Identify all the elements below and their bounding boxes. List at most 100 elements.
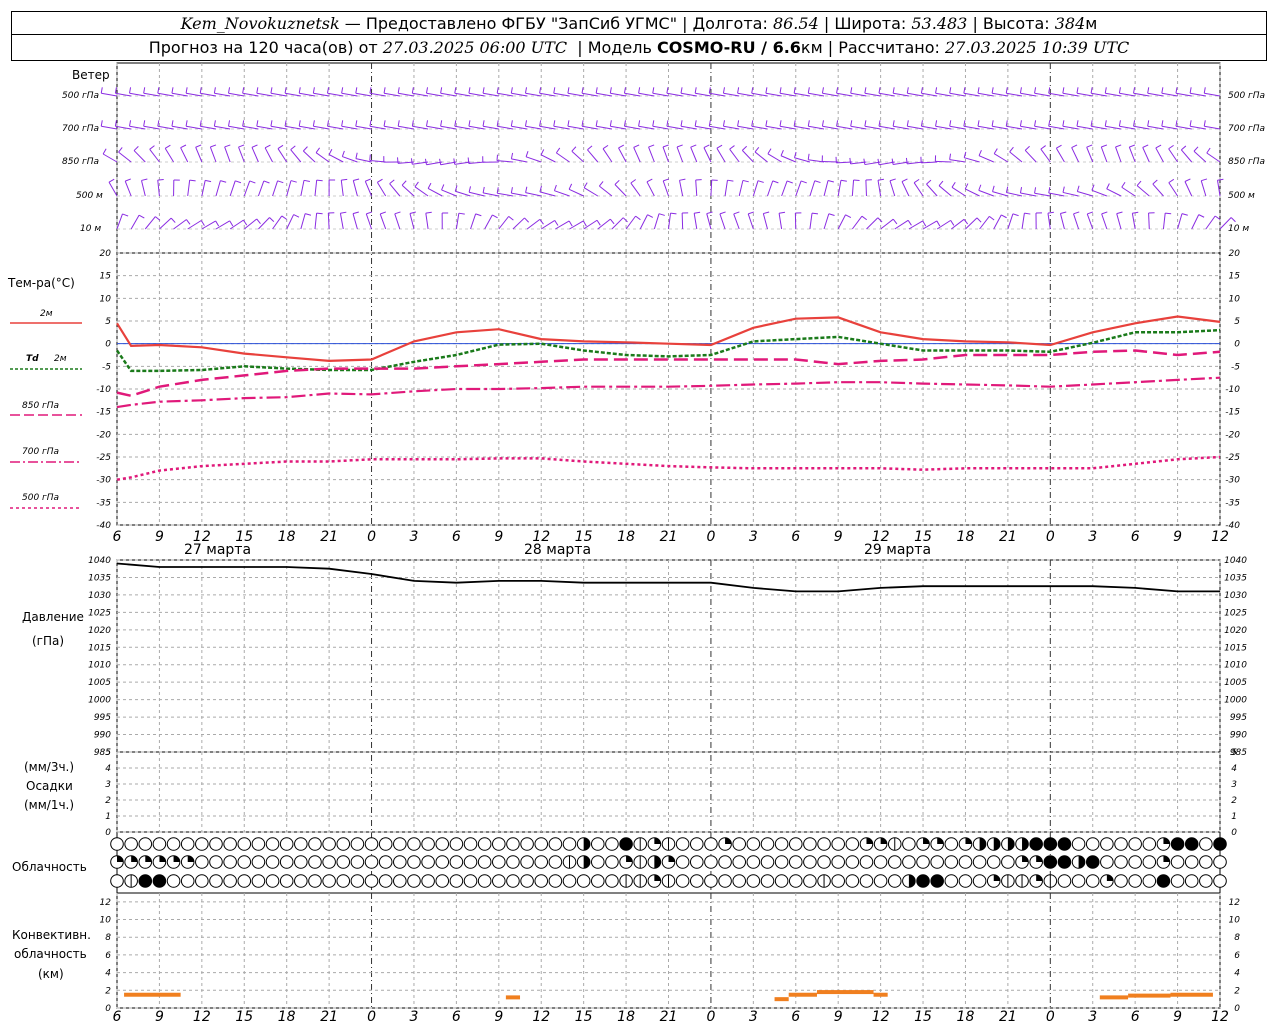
wind-barb-flag (1133, 120, 1136, 127)
wind-barb (228, 125, 245, 130)
wind-barb-flag (1024, 145, 1030, 151)
wind-barb-flag (411, 87, 414, 94)
wind-barb-flag (352, 211, 359, 215)
wind-barb-flag (492, 214, 498, 219)
cloud-cover-symbol (1057, 874, 1072, 888)
wind-barb (747, 213, 754, 230)
cloud-cover-symbol (294, 855, 308, 869)
wind-barb (342, 156, 358, 163)
wind-barb-flag (555, 147, 561, 154)
wind-barb (1071, 147, 1080, 163)
wind-barb-flag (100, 87, 103, 94)
wind-barb-flag (765, 120, 768, 127)
wind-barb-flag (149, 145, 155, 150)
wind-level-700hpa: 700 гПа (62, 124, 99, 134)
cloud-cover-symbol (520, 874, 534, 888)
wind-level-500m-right: 500 м (1228, 191, 1255, 201)
cloud-cover-symbol (1142, 874, 1157, 888)
y-tick-label: -10 (96, 385, 111, 395)
wind-barb-flag (949, 87, 952, 94)
wind-barb-flag (821, 120, 824, 127)
wind-barb-flag (571, 146, 577, 152)
wind-barb (1006, 125, 1023, 130)
wind-barb-flag (1076, 185, 1080, 192)
cloud-cover-quarter (159, 855, 166, 862)
x-tick-label: 15 (914, 1009, 932, 1024)
cloud-cover-symbol (605, 874, 619, 888)
wind-barb-flag (1175, 87, 1178, 94)
wind-barb-flag (906, 120, 909, 127)
wind-barb (1184, 181, 1193, 197)
cloud-cover-symbol (350, 855, 365, 869)
wind-barb-flag (828, 213, 835, 216)
cloud-cover-symbol (294, 837, 308, 851)
wind-barb-flag (1104, 87, 1107, 94)
wind-barb-flag (666, 87, 669, 94)
wind-barb-flag (316, 212, 323, 215)
wind-barb-flag (440, 120, 443, 127)
wind-barb (1177, 213, 1183, 230)
wind-barb (614, 184, 627, 197)
wind-barb (365, 213, 373, 230)
cloud-cover-symbol (689, 837, 704, 851)
wind-barb-flag (316, 179, 323, 182)
wind-barb-flag (427, 182, 432, 189)
wind-barb-flag (397, 87, 400, 94)
cloud-cover-symbol (1085, 874, 1100, 888)
wind-barb (414, 186, 429, 197)
wind-barb-flag (270, 87, 273, 94)
wind-barb (315, 152, 330, 163)
cloud-cover-symbol (534, 855, 549, 869)
wind-barb (737, 125, 754, 130)
wind-barb-flag (122, 213, 129, 217)
cloud-cover-symbol (831, 837, 845, 851)
wind-barb-flag (1217, 178, 1224, 181)
wind-barb-flag (836, 87, 839, 94)
cloud-cover-symbol (421, 874, 435, 888)
wind-barb-flag (525, 186, 528, 193)
wind-barb (809, 180, 816, 197)
cloud-cover-symbol (1184, 874, 1199, 888)
wind-barb (525, 192, 542, 197)
wind-barb (695, 92, 712, 97)
wind-barb-flag (409, 211, 416, 214)
wind-barb-flag (679, 178, 686, 181)
wind-barb-flag (281, 215, 287, 220)
wind-barb-flag (716, 144, 723, 149)
wind-barb-flag (581, 87, 584, 94)
wind-barb-flag (920, 120, 923, 127)
wind-barb-flag (722, 120, 725, 127)
wind-barb-flag (414, 181, 419, 188)
wind-barb-flag (861, 215, 868, 221)
cloud-cover-half (1078, 855, 1085, 869)
convective-bar (1099, 995, 1129, 1000)
wind-barb (979, 216, 990, 230)
cloud-cover-symbol (477, 855, 492, 869)
cloud-cover-symbol (1114, 855, 1128, 869)
wind-barb-flag (708, 87, 711, 94)
wind-barb-flag (305, 213, 312, 216)
wind-barb (767, 180, 774, 197)
cloud-cover-symbol (845, 874, 860, 888)
wind-barb-flag (1106, 183, 1110, 190)
wind-barb-flag (1001, 214, 1007, 219)
cloud-cover-quarter (668, 855, 675, 862)
wind-barb-flag (863, 158, 866, 165)
wind-barb-flag (1189, 120, 1192, 127)
cloud-cover-symbol (930, 855, 944, 869)
wind-barb-flag (1118, 87, 1121, 94)
wind-barb-flag (467, 157, 470, 164)
wind-barb-flag (1062, 186, 1065, 193)
wind-barb (556, 152, 570, 163)
x-tick-label: 12 (1211, 529, 1229, 545)
wind-barb-flag (609, 87, 612, 94)
cloud-cover-symbol (760, 855, 775, 869)
wind-barb-flag (1060, 211, 1067, 214)
wind-barb-flag (425, 120, 429, 127)
legend-t2m-label: 2м (40, 309, 53, 319)
wind-barb-flag (609, 218, 615, 225)
wind-barb (1101, 213, 1108, 230)
x-tick-label: 6 (452, 529, 461, 545)
cloud-cover-quarter (1163, 837, 1170, 844)
wind-level-700hpa-right: 700 гПа (1228, 124, 1265, 134)
